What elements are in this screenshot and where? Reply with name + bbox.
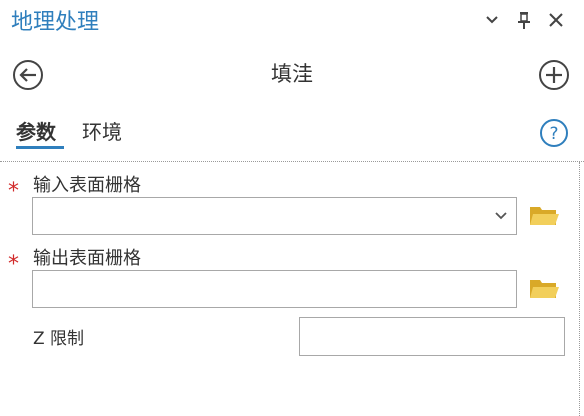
output-surface-raster-input[interactable] (33, 271, 516, 307)
folder-icon (530, 207, 559, 225)
back-arrow-icon (19, 68, 36, 82)
input-surface-raster-input[interactable] (33, 198, 516, 234)
pane-title: 地理处理 (11, 10, 100, 35)
required-marker: * (8, 252, 19, 277)
add-button[interactable] (537, 58, 571, 92)
geoprocessing-pane: 地理处理 填洼 参数 环境 ? * 输入表面栅格 * 输出表面栅格 Z 限制 (0, 0, 584, 416)
input-surface-raster-dropdown[interactable] (32, 197, 517, 235)
input-browse-button[interactable] (528, 201, 560, 229)
output-surface-raster-label: 输出表面栅格 (33, 248, 141, 269)
pane-close-button[interactable] (545, 8, 567, 32)
output-browse-button[interactable] (528, 274, 560, 302)
pane-options-button[interactable] (481, 8, 503, 32)
pane-pin-button[interactable] (513, 8, 535, 32)
tab-environments[interactable]: 环境 (82, 116, 122, 145)
pin-icon (518, 12, 530, 29)
back-button[interactable] (11, 58, 45, 92)
folder-icon (530, 280, 559, 298)
input-surface-raster-label: 输入表面栅格 (33, 175, 141, 196)
active-tab-indicator (16, 146, 64, 149)
pane-edge-divider (579, 162, 580, 416)
z-limit-field[interactable] (299, 317, 565, 356)
chevron-down-icon (486, 16, 498, 24)
required-marker: * (8, 179, 19, 204)
tool-title: 填洼 (271, 62, 313, 86)
z-limit-input[interactable] (300, 318, 564, 355)
tab-divider (0, 161, 584, 162)
output-surface-raster-field[interactable] (32, 270, 517, 308)
z-limit-label: Z 限制 (33, 329, 85, 349)
help-button[interactable]: ? (539, 118, 569, 148)
tab-parameters[interactable]: 参数 (16, 116, 56, 145)
chevron-down-icon[interactable] (494, 211, 508, 221)
add-icon (546, 67, 562, 83)
help-icon: ? (549, 124, 558, 144)
close-icon (549, 13, 563, 27)
